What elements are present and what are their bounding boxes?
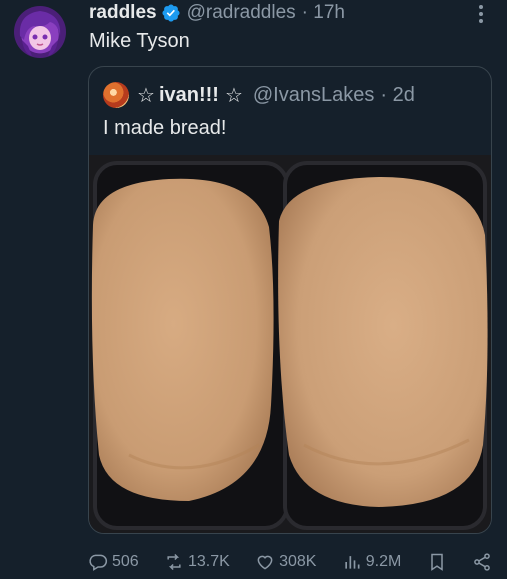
- like-icon: [257, 555, 273, 570]
- views-button[interactable]: 9.2M: [342, 552, 402, 572]
- views-count: 9.2M: [365, 553, 402, 570]
- reply-button[interactable]: 506: [88, 552, 139, 572]
- quoted-tweet-header: ☆ ivan!!! ☆ @IvansLakes · 2d: [103, 81, 415, 109]
- bookmark-button[interactable]: [427, 552, 447, 572]
- quoted-tweet-time[interactable]: · 2d: [380, 84, 414, 107]
- retweet-icon: [167, 553, 181, 571]
- author-name[interactable]: raddles: [89, 2, 157, 24]
- quoted-author-name[interactable]: ivan!!!: [159, 84, 219, 107]
- star-icon: ☆: [224, 84, 243, 107]
- reply-icon: [89, 554, 108, 571]
- verified-badge-icon: [161, 3, 181, 23]
- quoted-tweet[interactable]: ☆ ivan!!! ☆ @IvansLakes · 2d I made brea…: [88, 66, 492, 534]
- bookmark-icon: [430, 553, 443, 571]
- share-icon: [474, 553, 490, 571]
- reply-count: 506: [112, 553, 139, 570]
- quoted-author-handle[interactable]: @IvansLakes: [253, 84, 374, 107]
- tweet-text: Mike Tyson: [89, 30, 190, 52]
- quoted-author-avatar[interactable]: [103, 82, 129, 108]
- author-handle[interactable]: @radraddles: [187, 2, 296, 24]
- more-options-icon[interactable]: [473, 2, 489, 26]
- tweet-actions: 506 13.7K 308K 9.2M: [88, 548, 492, 576]
- author-avatar[interactable]: [14, 6, 66, 58]
- star-icon: ☆: [137, 84, 155, 107]
- like-button[interactable]: 308K: [255, 552, 316, 572]
- bread-photo[interactable]: [89, 155, 491, 533]
- retweet-count: 13.7K: [188, 553, 230, 570]
- quoted-tweet-text: I made bread!: [103, 117, 227, 139]
- retweet-button[interactable]: 13.7K: [164, 552, 230, 572]
- views-icon: [345, 556, 360, 569]
- like-count: 308K: [279, 553, 317, 570]
- tweet-header: raddles @radraddles · 17h: [89, 0, 345, 26]
- tweet-time[interactable]: · 17h: [302, 2, 345, 24]
- share-button[interactable]: [472, 552, 492, 572]
